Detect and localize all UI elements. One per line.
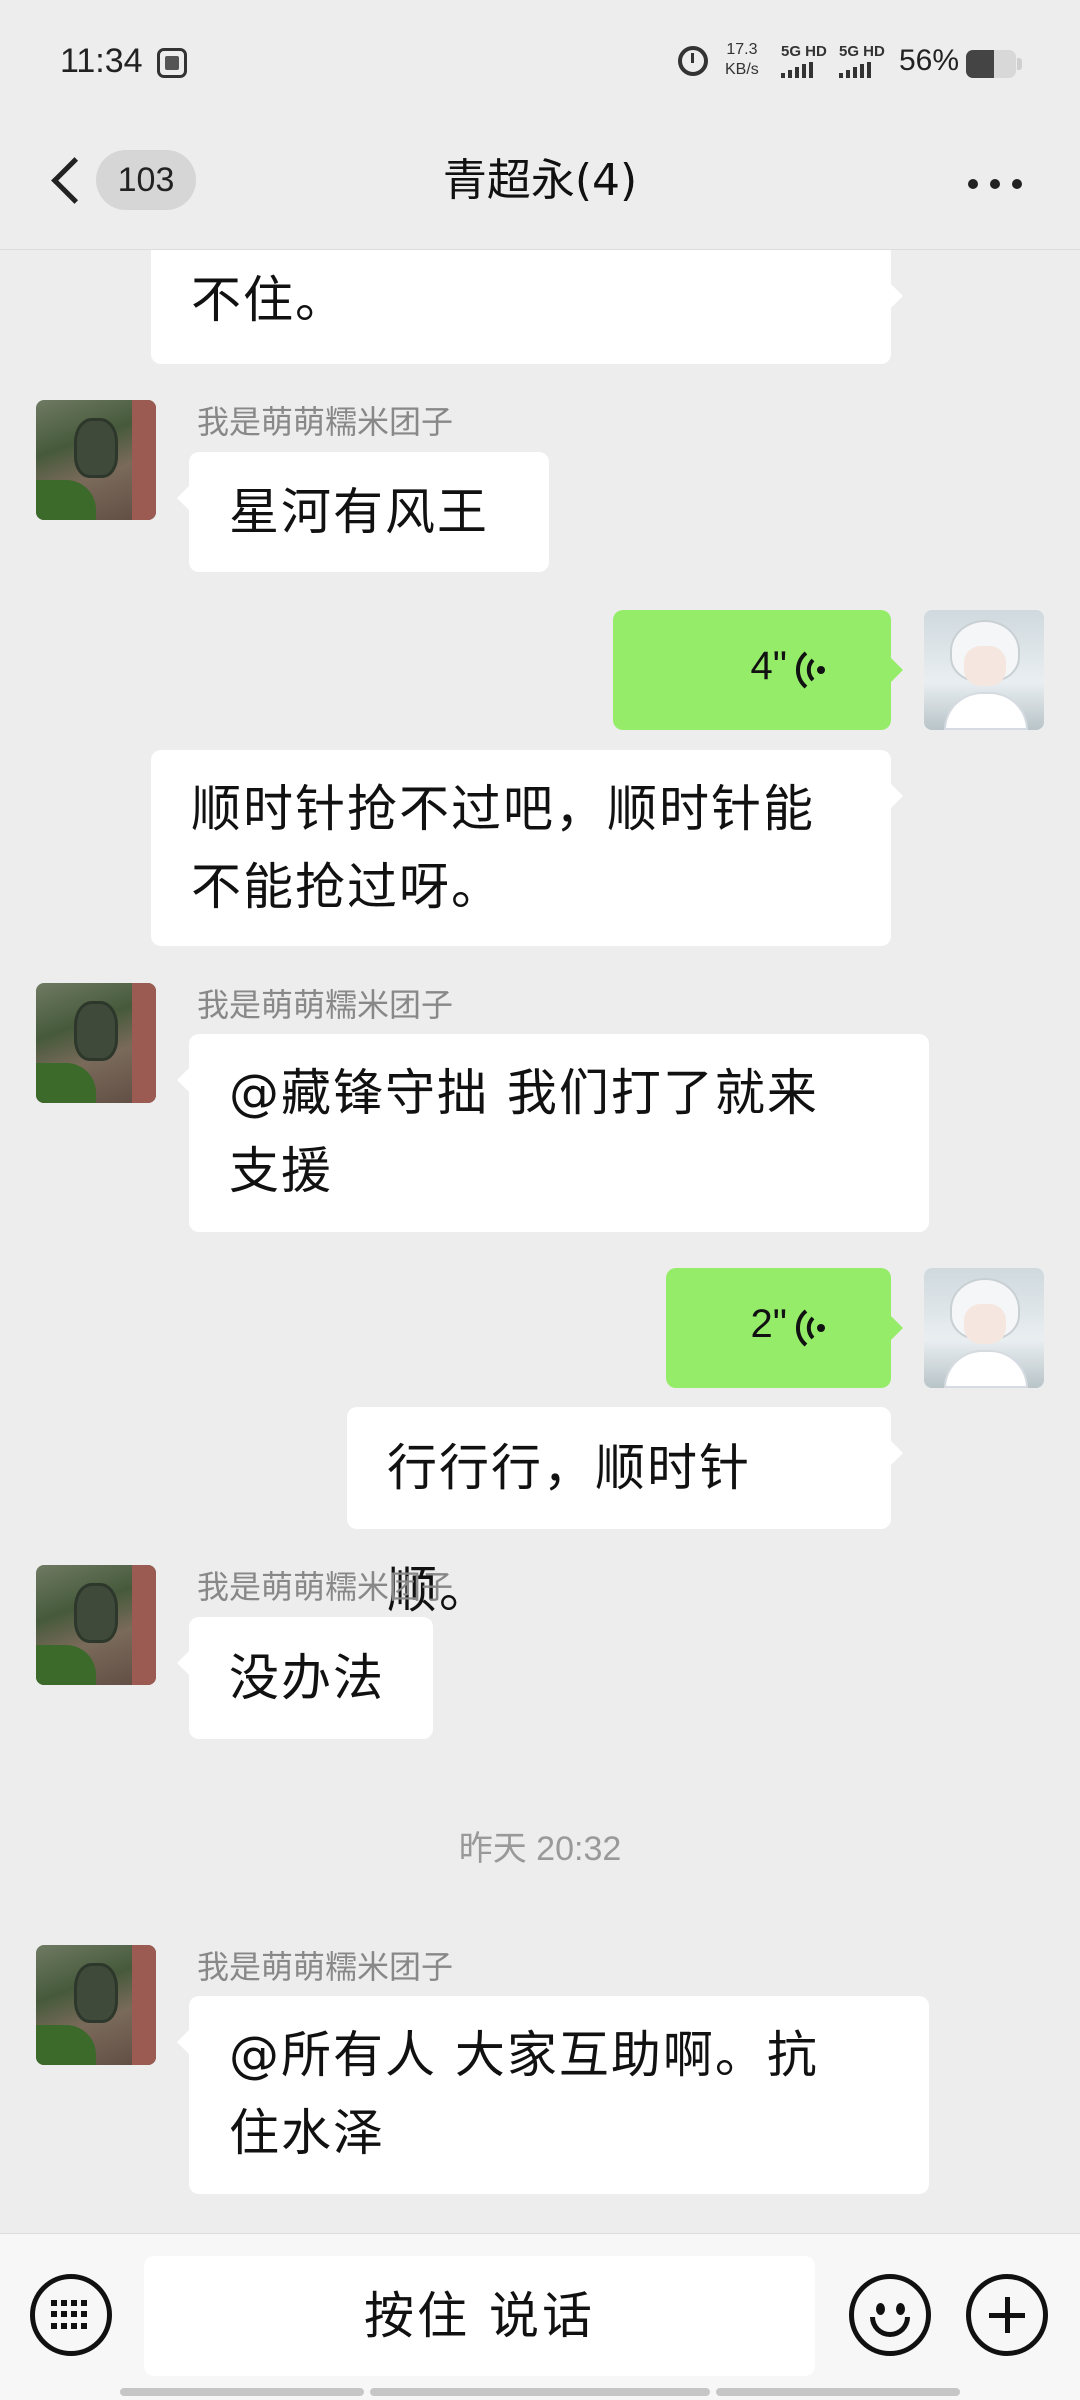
battery-percent: 56%: [899, 44, 960, 77]
message-bubble[interactable]: @藏锋守拙 我们打了就来 支援: [177, 1034, 929, 1232]
avatar[interactable]: [36, 1565, 156, 1685]
message-text: 不住。: [191, 271, 347, 329]
message-text-line: @藏锋守拙 我们打了就来: [229, 1064, 819, 1122]
message-bubble[interactable]: @所有人 大家互助啊。抗 住水泽: [177, 1996, 929, 2194]
message-bubble[interactable]: 行行行，顺时针顺。: [347, 1407, 903, 1619]
hold-to-talk-button[interactable]: 按住 说话: [144, 2256, 815, 2376]
message-bubble[interactable]: 顺时针抢不过吧，顺时针能 不能抢过呀。: [151, 750, 903, 946]
message-text-line: 支援: [229, 1142, 333, 1200]
battery-tip: [1017, 58, 1022, 70]
keyboard-icon[interactable]: [30, 2274, 112, 2356]
chevron-left-icon[interactable]: [44, 150, 90, 214]
status-time: 11:34: [60, 42, 143, 80]
timestamp-separator: 昨天 20:32: [458, 1830, 622, 1868]
avatar[interactable]: [36, 1945, 156, 2065]
sim2-label: 5G HD: [839, 43, 885, 60]
voice-message-bubble[interactable]: 4": [613, 610, 903, 730]
message-text: 星河有风王: [229, 483, 489, 541]
more-icon[interactable]: [960, 162, 1030, 202]
alarm-icon: [678, 46, 708, 76]
battery-icon: [966, 50, 1016, 78]
avatar[interactable]: [36, 400, 156, 520]
network-speed-unit: KB/s: [725, 61, 759, 78]
signal-icon-2: 5G HD: [839, 44, 885, 78]
network-speed: 17.3 KB/s: [725, 40, 759, 80]
voice-wave-icon: [795, 651, 825, 689]
avatar[interactable]: [924, 610, 1044, 730]
avatar[interactable]: [36, 983, 156, 1103]
voice-message-bubble[interactable]: 2": [666, 1268, 903, 1388]
plus-icon[interactable]: [966, 2274, 1048, 2356]
gesture-bar: [370, 2388, 710, 2396]
gesture-bar: [120, 2388, 364, 2396]
voice-duration: 4": [750, 644, 787, 688]
status-bar: 11:34 17.3 KB/s 5G HD 5G HD 56%: [0, 0, 1080, 125]
avatar[interactable]: [924, 1268, 1044, 1388]
sender-name: 我是萌萌糯米团子: [197, 1948, 454, 1986]
sim-icon: [157, 48, 187, 78]
message-text: 没办法: [229, 1649, 385, 1707]
message-text-line: 住水泽: [229, 2104, 385, 2162]
signal-icon: 5G HD: [781, 44, 827, 78]
gesture-bar: [716, 2388, 960, 2396]
network-speed-value: 17.3: [726, 41, 758, 58]
sender-name: 我是萌萌糯米团子: [197, 403, 454, 441]
message-bubble[interactable]: 星河有风王: [177, 452, 549, 572]
message-text-line: @所有人 大家互助啊。抗: [229, 2026, 819, 2084]
emoji-icon[interactable]: [849, 2274, 931, 2356]
message-text-line: 顺时针抢不过吧，顺时针能: [191, 780, 815, 838]
message-bubble[interactable]: 没办法: [177, 1617, 433, 1739]
voice-duration: 2": [750, 1302, 787, 1346]
message-bubble[interactable]: 不住。: [151, 250, 903, 364]
sender-name: 我是萌萌糯米团子: [197, 1568, 454, 1606]
chat-title: 青超永(4): [442, 155, 638, 206]
unread-count-badge[interactable]: 103: [96, 150, 196, 210]
sim1-label: 5G HD: [781, 43, 827, 60]
sender-name: 我是萌萌糯米团子: [197, 986, 454, 1024]
voice-wave-icon: [795, 1309, 825, 1347]
message-text-line: 不能抢过呀。: [191, 858, 503, 916]
